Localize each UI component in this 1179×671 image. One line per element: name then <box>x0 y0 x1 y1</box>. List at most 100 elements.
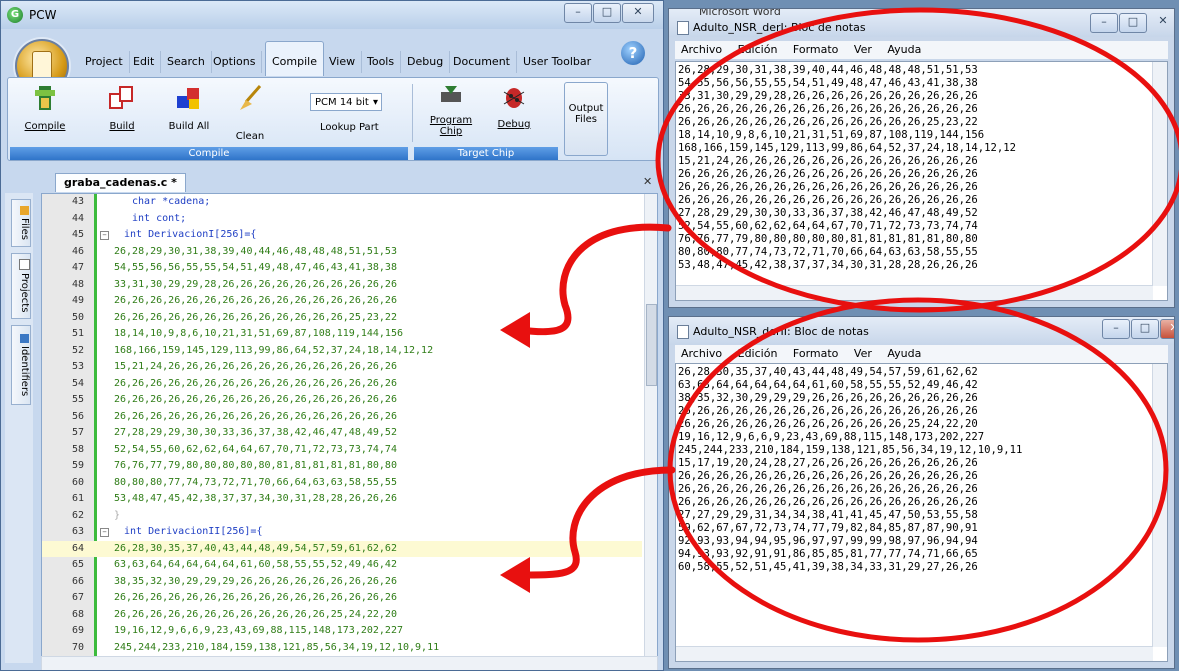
editor-horizontal-scrollbar[interactable] <box>41 656 658 670</box>
code-editor[interactable]: 43 char *cadena; 44 int cont; 45 − int Derivac… <box>41 193 658 658</box>
notepad-bottom-hscroll[interactable] <box>676 646 1153 661</box>
build-button[interactable]: Build <box>102 84 142 132</box>
code-line[interactable]: 43 char *cadena; <box>42 194 642 211</box>
code-text: 26,26,26,26,26,26,26,26,26,26,26,26,26,2… <box>114 377 397 389</box>
menu-edicion[interactable]: Edición <box>738 347 778 360</box>
minimize-icon[interactable]: – <box>1102 319 1130 339</box>
line-number: 69 <box>71 625 84 636</box>
code-line[interactable]: 68 26,26,26,26,26,26,26,26,26,26,26,26,25… <box>42 607 642 624</box>
code-line[interactable]: 57 27,28,29,29,30,30,33,36,37,38,42,46,47… <box>42 425 642 442</box>
clean-button[interactable]: Clean <box>230 84 270 142</box>
menu-ver[interactable]: Ver <box>854 347 872 360</box>
tab-project[interactable]: Project <box>79 51 130 73</box>
code-line[interactable]: 69 19,16,12,9,6,6,9,23,43,69,88,115,148,1… <box>42 623 642 640</box>
fold-toggle-icon[interactable]: − <box>100 528 109 537</box>
notepad-icon <box>677 21 689 35</box>
build-all-button[interactable]: Build All <box>166 84 212 132</box>
code-line[interactable]: 53 15,21,24,26,26,26,26,26,26,26,26,26,26… <box>42 359 642 376</box>
line-number: 62 <box>71 509 84 521</box>
code-line[interactable]: 66 38,35,32,30,29,29,29,26,26,26,26,26,26… <box>42 574 642 591</box>
code-line[interactable]: 62} <box>42 508 642 525</box>
compiler-select[interactable]: PCM 14 bit <box>310 93 382 112</box>
side-tab-files[interactable]: Files <box>11 199 31 247</box>
fold-toggle-icon[interactable]: − <box>100 231 109 240</box>
output-files-button[interactable]: Output Files <box>564 82 608 156</box>
code-text: 80,80,80,77,74,73,72,71,70,66,64,63,63,5… <box>114 476 397 488</box>
notepad-bottom-menu: Archivo Edición Formato Ver Ayuda <box>675 345 1168 363</box>
notepad-bottom-vscroll[interactable] <box>1152 364 1167 647</box>
maximize-icon[interactable]: □ <box>1131 319 1159 339</box>
program-chip-button[interactable]: Program Chip <box>420 82 482 137</box>
side-tab-projects[interactable]: Projects <box>11 253 31 319</box>
tab-debug[interactable]: Debug <box>401 51 451 73</box>
tab-view[interactable]: View <box>323 51 363 73</box>
code-line[interactable]: 54 26,26,26,26,26,26,26,26,26,26,26,26,26… <box>42 376 642 393</box>
menu-ver[interactable]: Ver <box>854 43 872 56</box>
code-line[interactable]: 46 26,28,29,30,31,38,39,40,44,46,48,48,48… <box>42 244 642 261</box>
code-line[interactable]: 45 − int DerivacionI[256]={ <box>42 227 642 244</box>
code-line[interactable]: 44 int cont; <box>42 211 642 228</box>
code-line[interactable]: 59 76,76,77,79,80,80,80,80,80,81,81,81,81… <box>42 458 642 475</box>
menu-archivo[interactable]: Archivo <box>681 347 722 360</box>
notepad-bottom-text-area[interactable]: 26,28,30,35,37,40,43,44,48,49,54,57,59,6… <box>675 363 1168 662</box>
side-tab-identifiers[interactable]: Identifiers <box>11 325 31 405</box>
code-text: 15,21,24,26,26,26,26,26,26,26,26,26,26,2… <box>114 361 397 372</box>
code-text: 26,28,29,30,31,38,39,40,44,46,48,48,48,5… <box>114 245 397 257</box>
line-number: 70 <box>71 641 84 653</box>
build-label: Build <box>109 121 135 132</box>
line-number: 65 <box>71 559 84 570</box>
tab-compile[interactable]: Compile <box>265 41 324 76</box>
code-text: 63,63,64,64,64,64,64,61,60,58,55,55,52,4… <box>114 559 397 570</box>
maximize-icon[interactable]: □ <box>1119 13 1147 33</box>
menu-ayuda[interactable]: Ayuda <box>887 43 921 56</box>
code-line[interactable]: 65 63,63,64,64,64,64,64,61,60,58,55,55,52… <box>42 557 642 574</box>
code-line[interactable]: 56 26,26,26,26,26,26,26,26,26,26,26,26,26… <box>42 409 642 426</box>
minimize-icon[interactable]: – <box>1090 13 1118 33</box>
code-line[interactable]: 63 − int DerivacionII[256]={ <box>42 524 642 541</box>
close-icon[interactable]: ✕ <box>1148 13 1174 31</box>
line-number: 50 <box>71 311 84 323</box>
notepad-top-vscroll[interactable] <box>1152 62 1167 286</box>
notepad-top-hscroll[interactable] <box>676 285 1153 300</box>
menu-formato[interactable]: Formato <box>793 43 839 56</box>
maximize-icon[interactable]: □ <box>593 3 621 23</box>
tab-options[interactable]: Options <box>207 51 263 73</box>
lookup-part-button[interactable]: Lookup Part <box>320 122 379 133</box>
code-line[interactable]: 47 54,55,56,56,55,55,54,51,49,48,47,46,43… <box>42 260 642 277</box>
tab-search[interactable]: Search <box>161 51 212 73</box>
scroll-thumb[interactable] <box>646 304 657 386</box>
notepad-top-text-area[interactable]: 26,28,29,30,31,38,39,40,44,46,48,48,48,5… <box>675 61 1168 301</box>
minimize-icon[interactable]: – <box>564 3 592 23</box>
menu-archivo[interactable]: Archivo <box>681 43 722 56</box>
code-line[interactable]: 70 245,244,233,210,184,159,138,121,85,56,… <box>42 640 642 657</box>
close-icon[interactable]: ✕ <box>1160 319 1174 339</box>
menu-ayuda[interactable]: Ayuda <box>887 347 921 360</box>
tab-document[interactable]: Document <box>447 51 517 73</box>
menu-edicion[interactable]: Edición <box>738 43 778 56</box>
doc-tab[interactable]: graba_cadenas.c * <box>55 173 186 192</box>
menu-formato[interactable]: Formato <box>793 347 839 360</box>
debug-button[interactable]: Debug <box>492 82 536 130</box>
code-line[interactable]: 55 26,26,26,26,26,26,26,26,26,26,26,26,26… <box>42 392 642 409</box>
doc-close-icon[interactable]: ✕ <box>643 175 652 188</box>
code-line[interactable]: 58 52,54,55,60,62,62,64,64,67,70,71,72,73… <box>42 442 642 459</box>
compile-button[interactable]: Compile <box>22 84 68 132</box>
code-line[interactable]: 52 168,166,159,145,129,113,99,86,64,52,37… <box>42 343 642 360</box>
code-line[interactable]: 51 18,14,10,9,8,6,10,21,31,51,69,87,108,1… <box>42 326 642 343</box>
editor-vertical-scrollbar[interactable] <box>644 194 657 657</box>
code-line[interactable]: 49 26,26,26,26,26,26,26,26,26,26,26,26,26… <box>42 293 642 310</box>
tab-tools[interactable]: Tools <box>361 51 402 73</box>
help-icon[interactable]: ? <box>621 41 645 65</box>
code-line[interactable]: 50 26,26,26,26,26,26,26,26,26,26,26,26,26… <box>42 310 642 327</box>
tab-user-toolbar[interactable]: User Toolbar <box>517 51 597 73</box>
close-icon[interactable]: ✕ <box>622 3 654 23</box>
code-line[interactable]: 64 26,28,30,35,37,40,43,44,48,49,54,57,59… <box>42 540 642 557</box>
code-line[interactable]: 60 80,80,80,77,74,73,72,71,70,66,64,63,63… <box>42 475 642 492</box>
ribbon-separator <box>412 84 413 142</box>
code-text: 26,26,26,26,26,26,26,26,26,26,26,26,26,2… <box>114 311 397 323</box>
code-text: 38,35,32,30,29,29,29,26,26,26,26,26,26,2… <box>114 575 397 587</box>
code-line[interactable]: 48 33,31,30,29,29,28,26,26,26,26,26,26,26… <box>42 277 642 294</box>
code-line[interactable]: 61 53,48,47,45,42,38,37,37,34,30,31,28,28… <box>42 491 642 508</box>
tab-edit[interactable]: Edit <box>127 51 162 73</box>
code-line[interactable]: 67 26,26,26,26,26,26,26,26,26,26,26,26,26… <box>42 590 642 607</box>
